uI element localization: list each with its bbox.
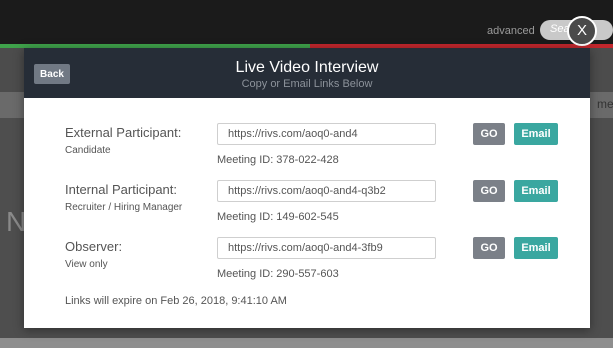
app-top-bar [0,0,613,44]
background-clipped-text: me [597,97,613,111]
link-expiry-notice: Links will expire on Feb 26, 2018, 9:41:… [65,295,287,307]
participant-title: External Participant: [65,125,182,140]
external-link-field[interactable] [217,123,436,145]
close-icon: X [576,22,587,39]
modal-subtitle: Copy or Email Links Below [241,78,373,90]
go-button-external[interactable]: GO [473,123,505,145]
go-button-observer[interactable]: GO [473,237,505,259]
email-button-observer[interactable]: Email [514,237,558,259]
participant-row-external: External Participant: Candidate Meeting … [24,123,590,177]
participant-role: View only [65,259,108,270]
close-modal-button[interactable]: X [567,16,597,46]
go-button-internal[interactable]: GO [473,180,505,202]
participant-row-observer: Observer: View only Meeting ID: 290-557-… [24,237,590,291]
participant-title: Observer: [65,239,123,254]
modal-header: Back Live Video Interview Copy or Email … [24,48,590,98]
email-button-internal[interactable]: Email [514,180,558,202]
advanced-search-link[interactable]: advanced [487,25,535,37]
participant-row-internal: Internal Participant: Recruiter / Hiring… [24,180,590,234]
participant-role: Recruiter / Hiring Manager [65,202,183,213]
email-button-external[interactable]: Email [514,123,558,145]
app-footer [0,338,613,348]
participant-title: Internal Participant: [65,182,178,197]
modal-title: Live Video Interview [235,59,379,76]
meeting-id: Meeting ID: 378-022-428 [217,154,339,166]
meeting-id: Meeting ID: 149-602-545 [217,211,339,223]
participant-role: Candidate [65,145,111,156]
observer-link-field[interactable] [217,237,436,259]
meeting-id: Meeting ID: 290-557-603 [217,268,339,280]
live-video-interview-modal: Back Live Video Interview Copy or Email … [24,48,590,328]
internal-link-field[interactable] [217,180,436,202]
